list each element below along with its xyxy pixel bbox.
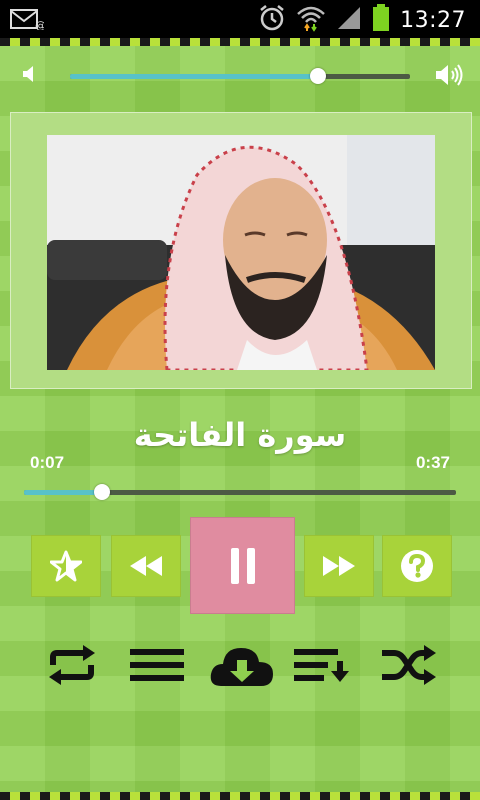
volume-control — [20, 60, 465, 90]
decorative-strip-bottom — [0, 792, 480, 800]
pause-button[interactable] — [190, 517, 295, 614]
battery-icon — [372, 4, 390, 36]
seek-fill — [24, 490, 102, 495]
seek-bar[interactable] — [24, 484, 456, 500]
repeat-icon — [45, 645, 99, 689]
volume-slider[interactable] — [70, 68, 410, 84]
decorative-strip-top — [0, 38, 480, 46]
volume-low-icon[interactable] — [22, 64, 38, 88]
seek-thumb[interactable] — [93, 484, 110, 500]
volume-high-icon[interactable] — [435, 62, 465, 92]
alarm-icon — [258, 4, 286, 36]
signal-icon — [336, 5, 362, 35]
volume-fill — [70, 74, 319, 79]
photo-frame — [10, 112, 472, 389]
total-time: 0:37 — [415, 453, 450, 472]
cloud-download-icon — [209, 644, 275, 690]
repeat-button[interactable] — [42, 642, 102, 692]
menu-icon — [130, 647, 184, 687]
favorite-button[interactable] — [31, 535, 101, 597]
rewind-icon — [128, 554, 164, 578]
question-icon — [400, 549, 434, 583]
fast-forward-icon — [321, 554, 357, 578]
playlist-icon — [294, 647, 350, 687]
download-button[interactable] — [206, 642, 278, 692]
current-time: 0:07 — [30, 453, 65, 472]
player-screen: سورة الفاتحة 0:07 0:37 — [0, 46, 480, 792]
shuffle-button[interactable] — [378, 642, 438, 692]
track-title: سورة الفاتحة — [133, 416, 347, 454]
help-button[interactable] — [382, 535, 452, 597]
reciter-photo — [47, 135, 435, 370]
status-time: 13:27 — [400, 7, 466, 33]
playlist-button[interactable] — [292, 642, 352, 692]
menu-button[interactable] — [127, 642, 187, 692]
svg-text:@: @ — [35, 19, 44, 30]
shuffle-icon — [380, 645, 436, 689]
pause-icon — [230, 547, 256, 584]
star-icon — [50, 550, 82, 582]
email-icon: @ — [10, 8, 46, 34]
rewind-button[interactable] — [111, 535, 181, 597]
volume-thumb[interactable] — [310, 68, 327, 84]
status-bar: @ — [0, 0, 480, 38]
fast-forward-button[interactable] — [304, 535, 374, 597]
wifi-icon — [296, 4, 326, 36]
